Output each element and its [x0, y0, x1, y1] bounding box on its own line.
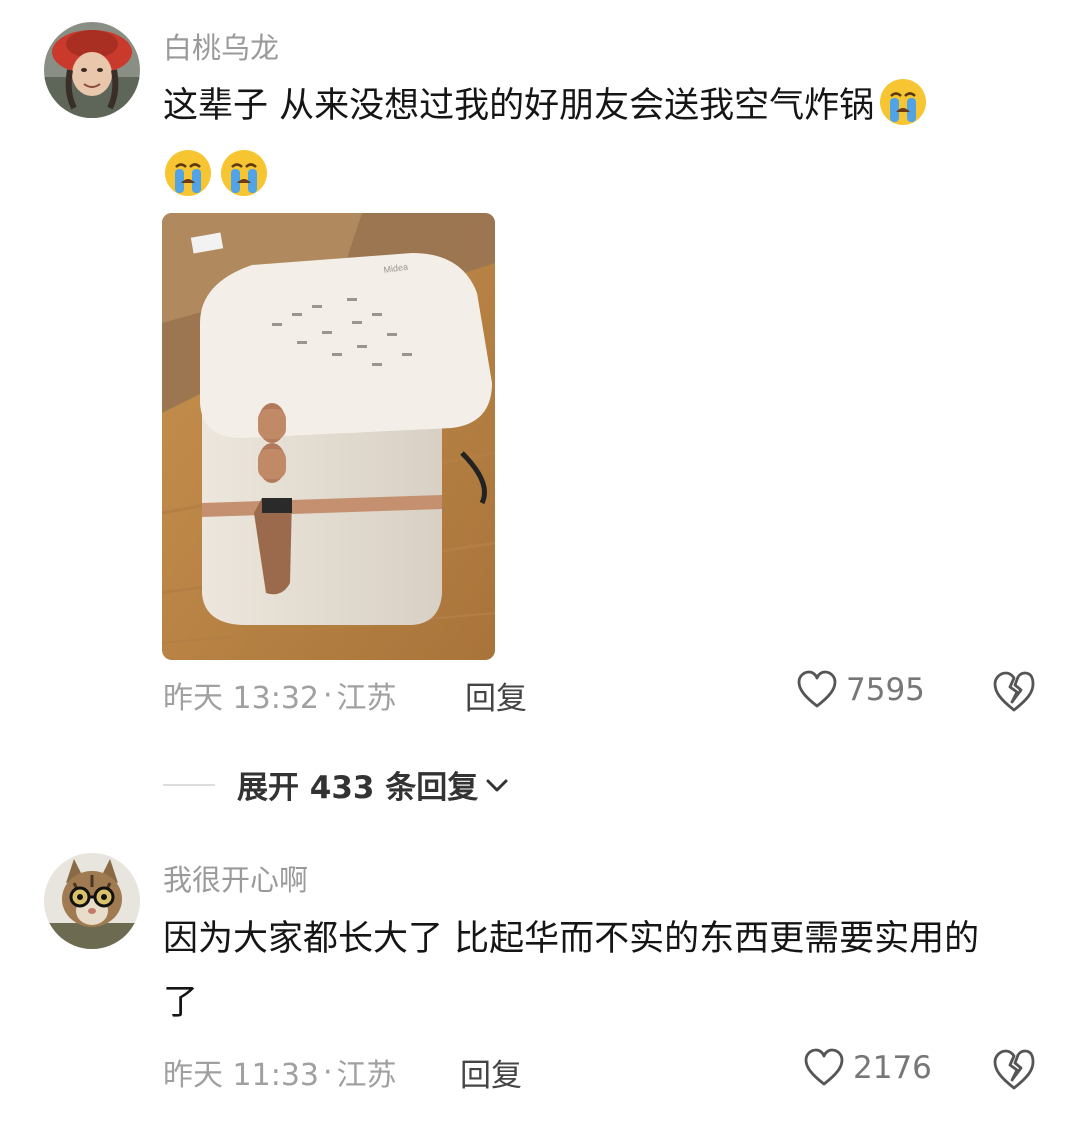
reply-button[interactable]: 回复	[460, 1050, 522, 1095]
meta-separator: ·	[323, 1054, 333, 1090]
heart-icon	[797, 670, 837, 708]
divider-line	[163, 783, 215, 786]
like-button[interactable]: 7595	[796, 670, 925, 710]
emoji-row	[163, 148, 269, 198]
expand-replies-label: 展开 433 条回复	[237, 770, 479, 806]
like-button[interactable]: 2176	[803, 1048, 932, 1088]
loudly-crying-face-icon	[165, 150, 211, 196]
comment-body: 因为大家都长大了 比起华而不实的东西更需要实用的了	[163, 919, 980, 1023]
comment-1: 白桃乌龙 这辈子 从来没想过我的好朋友会送我空气炸锅 Midea 昨天 13:3…	[0, 0, 1080, 760]
loudly-crying-face-icon	[221, 150, 267, 196]
comment-2: 我很开心啊 因为大家都长大了 比起华而不实的东西更需要实用的了 昨天 11:33…	[0, 840, 1080, 1139]
avatar[interactable]	[44, 853, 140, 949]
comment-time: 昨天 11:33	[163, 1058, 319, 1093]
comment-location: 江苏	[336, 1058, 397, 1093]
broken-heart-icon[interactable]	[992, 670, 1036, 714]
comment-text: 因为大家都长大了 比起华而不实的东西更需要实用的了	[163, 907, 1013, 1035]
comment-time: 昨天 13:32	[163, 681, 319, 716]
username[interactable]: 白桃乌龙	[163, 25, 279, 67]
chevron-down-icon	[486, 779, 508, 791]
broken-heart-icon[interactable]	[992, 1048, 1036, 1092]
avatar[interactable]	[44, 22, 140, 118]
heart-icon	[804, 1048, 844, 1086]
comment-meta: 昨天 11:33 · 江苏	[163, 1050, 397, 1094]
user-avatar-image	[44, 22, 140, 118]
loudly-crying-face-icon	[880, 79, 927, 125]
expand-replies-button[interactable]: 展开 433 条回复	[163, 762, 510, 807]
username[interactable]: 我很开心啊	[163, 857, 308, 899]
comment-location: 江苏	[336, 681, 397, 716]
meta-separator: ·	[323, 677, 333, 713]
air-fryer-photo: Midea	[162, 213, 495, 660]
comment-body: 这辈子 从来没想过我的好朋友会送我空气炸锅	[163, 86, 875, 126]
user-avatar-image	[44, 853, 140, 949]
like-count: 2176	[853, 1050, 932, 1086]
comment-text: 这辈子 从来没想过我的好朋友会送我空气炸锅	[163, 74, 1033, 138]
comment-meta: 昨天 13:32 · 江苏	[163, 673, 397, 717]
comment-photo[interactable]: Midea	[162, 213, 495, 660]
like-count: 7595	[846, 672, 925, 708]
reply-button[interactable]: 回复	[465, 673, 527, 718]
